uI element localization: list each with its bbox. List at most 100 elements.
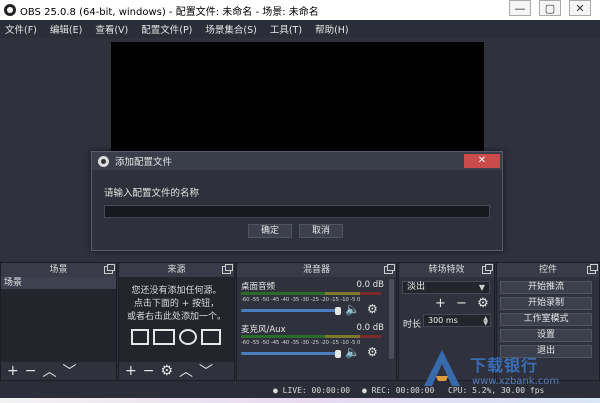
- transition-selected: 淡出: [407, 282, 426, 292]
- undock-icon[interactable]: [222, 264, 233, 274]
- move-down-icon[interactable]: ﹀: [199, 361, 213, 381]
- remove-icon[interactable]: −: [25, 363, 37, 379]
- ok-button[interactable]: 确定: [248, 224, 292, 238]
- live-time: LIVE: 00:00:00: [282, 386, 351, 395]
- speaker-icon[interactable]: 🔈: [345, 302, 360, 316]
- menu-view[interactable]: 查看(V): [90, 22, 136, 36]
- scenes-panel: 场景 场景 + − ︿ ﹀: [0, 262, 117, 381]
- scenes-toolbar: + − ︿ ﹀: [1, 362, 116, 380]
- maximize-button[interactable]: ▢: [539, 0, 561, 16]
- rec-dot-icon: ●: [362, 386, 367, 395]
- transition-select[interactable]: 淡出 ▼: [402, 281, 490, 294]
- controls-title: 控件: [538, 265, 557, 275]
- source-type-icons: [131, 329, 231, 347]
- controls-header: 控件: [497, 263, 599, 277]
- move-down-icon[interactable]: ﹀: [62, 361, 76, 381]
- gear-icon[interactable]: ⚙: [160, 363, 173, 379]
- meter-scale: -60 -55 -50 -45 -40 -35 -30 -25 -20 -15 …: [241, 297, 361, 303]
- exit-button[interactable]: 退出: [500, 345, 592, 358]
- speaker-icon[interactable]: 🔈: [345, 345, 360, 359]
- sources-panel: 来源 您还没有添加任何源。 点击下面的 + 按钮， 或者右击此处添加一个。 + …: [118, 262, 235, 381]
- rec-time: REC: 00:00:00: [371, 386, 435, 395]
- scenes-list[interactable]: 场景: [1, 277, 116, 362]
- dock-area: 场景 场景 + − ︿ ﹀ 来源 您还没有添加任何源。 点击下面的 + 按钮， …: [0, 262, 600, 381]
- spinner-icon[interactable]: ▲ ▼: [483, 316, 488, 327]
- duration-value: 300 ms: [428, 316, 458, 325]
- obs-logo-icon: [98, 155, 109, 167]
- menu-edit[interactable]: 编辑(E): [45, 22, 90, 36]
- status-live: ● LIVE: 00:00:00: [273, 386, 350, 395]
- menu-help[interactable]: 帮助(H): [310, 22, 357, 36]
- transition-toolbar: + − ⚙: [435, 296, 495, 311]
- sources-header: 来源: [119, 263, 234, 277]
- remove-icon[interactable]: −: [143, 363, 155, 379]
- menu-tools[interactable]: 工具(T): [265, 22, 310, 36]
- dialog-close-button[interactable]: ✕: [464, 154, 500, 168]
- duration-input[interactable]: 300 ms ▲ ▼: [423, 314, 491, 327]
- undock-icon[interactable]: [384, 264, 395, 274]
- channel-db: 0.0 dB: [356, 280, 384, 290]
- channel-db: 0.0 dB: [356, 323, 384, 333]
- hint-line: 您还没有添加任何源。: [131, 286, 222, 296]
- sources-title: 来源: [167, 265, 186, 275]
- transitions-title: 转场特效: [428, 265, 465, 275]
- minimize-button[interactable]: —: [509, 0, 531, 16]
- undock-icon[interactable]: [587, 264, 598, 274]
- level-meter: [241, 335, 381, 338]
- hint-line: 或者右击此处添加一个。: [126, 312, 226, 322]
- desktop-strip: [0, 398, 600, 403]
- transitions-panel: 转场特效 淡出 ▼ + − ⚙ 时长 300 ms ▲ ▼: [398, 262, 495, 381]
- volume-slider[interactable]: [241, 352, 341, 355]
- duration-label: 时长: [403, 320, 422, 330]
- channel-name: 桌面音频: [241, 282, 276, 292]
- volume-slider[interactable]: [241, 309, 341, 312]
- menu-scene-collection[interactable]: 场景集合(S): [200, 22, 264, 36]
- preview-canvas[interactable]: [111, 42, 484, 152]
- add-icon[interactable]: +: [7, 363, 19, 379]
- sources-empty-hint: 您还没有添加任何源。 点击下面的 + 按钮， 或者右击此处添加一个。: [119, 285, 234, 324]
- transitions-header: 转场特效: [399, 263, 494, 277]
- mixer-title: 混音器: [302, 265, 330, 275]
- start-recording-button[interactable]: 开始录制: [500, 297, 592, 310]
- scenes-title: 场景: [49, 265, 68, 275]
- studio-mode-button[interactable]: 工作室模式: [500, 313, 592, 326]
- move-up-icon[interactable]: ︿: [179, 361, 193, 381]
- scenes-header: 场景: [1, 263, 116, 277]
- undock-icon[interactable]: [482, 264, 493, 274]
- mixer-header: 混音器: [237, 263, 396, 277]
- live-dot-icon: ●: [273, 386, 278, 395]
- profile-name-input[interactable]: [104, 205, 490, 218]
- mixer-panel: 混音器 桌面音频 0.0 dB -60 -55 -50 -45 -40 -35 …: [236, 262, 397, 381]
- scene-item[interactable]: 场景: [1, 277, 116, 289]
- close-button[interactable]: ✕: [569, 0, 591, 16]
- window-titlebar: OBS 25.0.8 (64-bit, windows) - 配置文件: 未命名…: [0, 0, 600, 20]
- mixer-channels: 桌面音频 0.0 dB -60 -55 -50 -45 -40 -35 -30 …: [237, 277, 396, 380]
- move-up-icon[interactable]: ︿: [42, 361, 56, 381]
- gear-icon[interactable]: ⚙: [367, 302, 378, 316]
- menu-file[interactable]: 文件(F): [0, 22, 45, 36]
- add-icon[interactable]: +: [435, 296, 446, 311]
- gear-icon[interactable]: ⚙: [367, 345, 378, 359]
- sources-list[interactable]: 您还没有添加任何源。 点击下面的 + 按钮， 或者右击此处添加一个。: [119, 277, 234, 362]
- channel-name: 麦克风/Aux: [241, 325, 286, 335]
- sources-toolbar: + − ⚙ ︿ ﹀: [119, 362, 234, 380]
- add-icon[interactable]: +: [125, 363, 137, 379]
- menu-bar: 文件(F) 编辑(E) 查看(V) 配置文件(P) 场景集合(S) 工具(T) …: [0, 20, 600, 38]
- settings-button[interactable]: 设置: [500, 329, 592, 342]
- hint-line: 点击下面的 + 按钮，: [133, 299, 220, 309]
- level-meter: [241, 292, 381, 295]
- monitor-icon: [153, 329, 175, 345]
- menu-profile[interactable]: 配置文件(P): [136, 22, 200, 36]
- cancel-button[interactable]: 取消: [299, 224, 343, 238]
- status-cpu: CPU: 5.2%, 30.00 fps: [448, 386, 545, 395]
- start-streaming-button[interactable]: 开始推流: [500, 281, 592, 294]
- undock-icon[interactable]: [104, 264, 115, 274]
- mixer-scrollbar[interactable]: [389, 279, 394, 359]
- volume-knob[interactable]: [335, 350, 341, 358]
- dialog-titlebar: 添加配置文件: [92, 152, 502, 170]
- controls-panel: 控件 开始推流 开始录制 工作室模式 设置 退出: [496, 262, 600, 381]
- volume-knob[interactable]: [335, 307, 341, 315]
- remove-icon[interactable]: −: [456, 296, 467, 311]
- window-title: OBS 25.0.8 (64-bit, windows) - 配置文件: 未命名…: [20, 6, 319, 18]
- gear-icon[interactable]: ⚙: [477, 296, 489, 311]
